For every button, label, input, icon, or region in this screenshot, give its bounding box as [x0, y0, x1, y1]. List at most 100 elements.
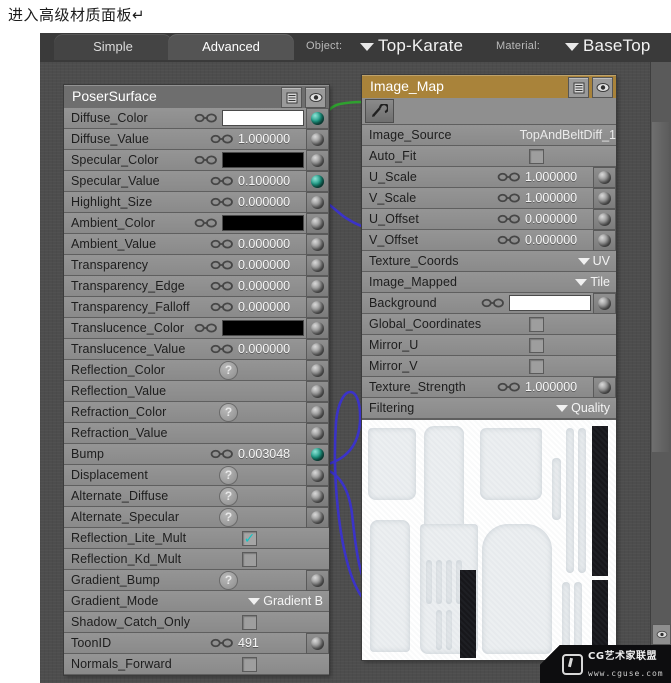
checkbox[interactable]: [242, 551, 257, 567]
property-row[interactable]: Mirror_U: [362, 335, 616, 356]
property-row[interactable]: ToonID 491: [64, 632, 329, 654]
property-plug[interactable]: [306, 107, 329, 129]
property-plug[interactable]: [306, 359, 329, 381]
property-plug[interactable]: [306, 254, 329, 276]
chain-link-icon[interactable]: [210, 302, 234, 312]
property-plug[interactable]: [306, 149, 329, 171]
chain-link-icon[interactable]: [210, 134, 234, 144]
property-plug[interactable]: [593, 166, 616, 188]
property-row[interactable]: Texture_Coords UV: [362, 251, 616, 272]
dropdown[interactable]: UV: [577, 254, 610, 268]
property-plug[interactable]: [306, 275, 329, 297]
question-mark-icon[interactable]: ?: [219, 402, 238, 422]
question-mark-icon[interactable]: ?: [219, 570, 238, 590]
property-row[interactable]: Specular_Color: [64, 149, 329, 171]
property-row[interactable]: Gradient_Bump?: [64, 569, 329, 591]
property-value[interactable]: 0.003048: [238, 447, 304, 461]
property-plug[interactable]: [306, 569, 329, 591]
property-row[interactable]: U_Offset 0.000000: [362, 208, 616, 230]
object-dropdown-caret-icon[interactable]: [360, 43, 374, 51]
checkbox[interactable]: [529, 358, 544, 374]
chain-link-icon[interactable]: [210, 260, 234, 270]
property-row[interactable]: Displacement?: [64, 464, 329, 486]
property-row[interactable]: Reflection_Value: [64, 380, 329, 402]
property-value[interactable]: 1.000000: [525, 191, 591, 205]
chain-link-icon[interactable]: [194, 155, 218, 165]
chain-link-icon[interactable]: [194, 323, 218, 333]
question-mark-icon[interactable]: ?: [219, 486, 238, 506]
property-value[interactable]: 0.100000: [238, 174, 304, 188]
property-row[interactable]: Reflection_Kd_Mult: [64, 549, 329, 570]
property-row[interactable]: Transparency_Edge 0.000000: [64, 275, 329, 297]
chain-link-icon[interactable]: [210, 239, 234, 249]
property-row[interactable]: Ambient_Color: [64, 212, 329, 234]
property-plug[interactable]: [306, 212, 329, 234]
property-plug[interactable]: [593, 187, 616, 209]
chain-link-icon[interactable]: [497, 193, 521, 203]
chain-link-icon[interactable]: [194, 113, 218, 123]
list-icon[interactable]: [281, 87, 302, 108]
workspace-vertical-scrollbar[interactable]: [650, 62, 671, 683]
eye-icon[interactable]: [305, 87, 326, 108]
property-row[interactable]: Refraction_Value: [64, 422, 329, 444]
property-plug[interactable]: [593, 229, 616, 251]
property-row[interactable]: Normals_Forward: [64, 654, 329, 675]
property-row[interactable]: Specular_Value 0.100000: [64, 170, 329, 192]
chain-link-icon[interactable]: [210, 344, 234, 354]
property-row[interactable]: Transparency 0.000000: [64, 254, 329, 276]
chain-link-icon[interactable]: [210, 449, 234, 459]
texture-preview-image[interactable]: [362, 419, 616, 660]
property-value[interactable]: 1.000000: [525, 380, 591, 394]
property-row[interactable]: Image_Source TopAndBeltDiff_1: [362, 125, 616, 146]
property-row[interactable]: Diffuse_Color: [64, 107, 329, 129]
chain-link-icon[interactable]: [497, 172, 521, 182]
image-map-node-header[interactable]: Image_Map: [362, 75, 616, 98]
property-row[interactable]: Refraction_Color?: [64, 401, 329, 423]
tab-simple[interactable]: Simple: [54, 34, 172, 60]
property-row[interactable]: V_Scale 1.000000: [362, 187, 616, 209]
image-map-node[interactable]: Image_Map Image_Source TopAndBeltDiff_1 Au…: [362, 75, 616, 660]
scrollbar-thumb[interactable]: [652, 122, 669, 452]
question-mark-icon[interactable]: ?: [219, 507, 238, 527]
property-value[interactable]: 0.000000: [238, 279, 304, 293]
color-swatch[interactable]: [222, 320, 304, 336]
property-plug[interactable]: [306, 485, 329, 507]
property-row[interactable]: Image_Mapped Tile: [362, 272, 616, 293]
chain-link-icon[interactable]: [497, 235, 521, 245]
property-plug[interactable]: [306, 296, 329, 318]
property-plug[interactable]: [306, 401, 329, 423]
question-mark-icon[interactable]: ?: [219, 360, 238, 380]
list-icon[interactable]: [568, 77, 589, 98]
color-swatch[interactable]: [222, 110, 304, 126]
color-swatch[interactable]: [222, 215, 304, 231]
property-plug[interactable]: [306, 317, 329, 339]
property-plug[interactable]: [306, 170, 329, 192]
chain-link-icon[interactable]: [194, 218, 218, 228]
property-row[interactable]: Reflection_Lite_Mult ✓: [64, 528, 329, 549]
property-plug[interactable]: [593, 292, 616, 314]
property-row[interactable]: Diffuse_Value 1.000000: [64, 128, 329, 150]
chain-link-icon[interactable]: [497, 214, 521, 224]
checkbox[interactable]: [529, 337, 544, 353]
property-plug[interactable]: [306, 506, 329, 528]
property-plug[interactable]: [593, 208, 616, 230]
property-row[interactable]: Reflection_Color?: [64, 359, 329, 381]
property-value[interactable]: 1.000000: [525, 170, 591, 184]
dropdown[interactable]: Gradient B: [248, 594, 323, 608]
checkbox[interactable]: [529, 148, 544, 164]
property-value[interactable]: 0.000000: [525, 212, 591, 226]
property-value[interactable]: 0.000000: [238, 342, 304, 356]
color-swatch[interactable]: [222, 152, 304, 168]
tab-advanced[interactable]: Advanced: [168, 34, 294, 60]
property-row[interactable]: U_Scale 1.000000: [362, 166, 616, 188]
eye-icon[interactable]: [652, 624, 671, 645]
property-row[interactable]: Texture_Strength 1.000000: [362, 376, 616, 398]
property-row[interactable]: Auto_Fit: [362, 146, 616, 167]
property-row[interactable]: Gradient_Mode Gradient B: [64, 591, 329, 612]
property-value[interactable]: 1.000000: [238, 132, 304, 146]
chain-link-icon[interactable]: [481, 298, 505, 308]
property-plug[interactable]: [306, 632, 329, 654]
property-row[interactable]: V_Offset 0.000000: [362, 229, 616, 251]
property-value[interactable]: 0.000000: [238, 300, 304, 314]
property-value[interactable]: 491: [238, 636, 304, 650]
